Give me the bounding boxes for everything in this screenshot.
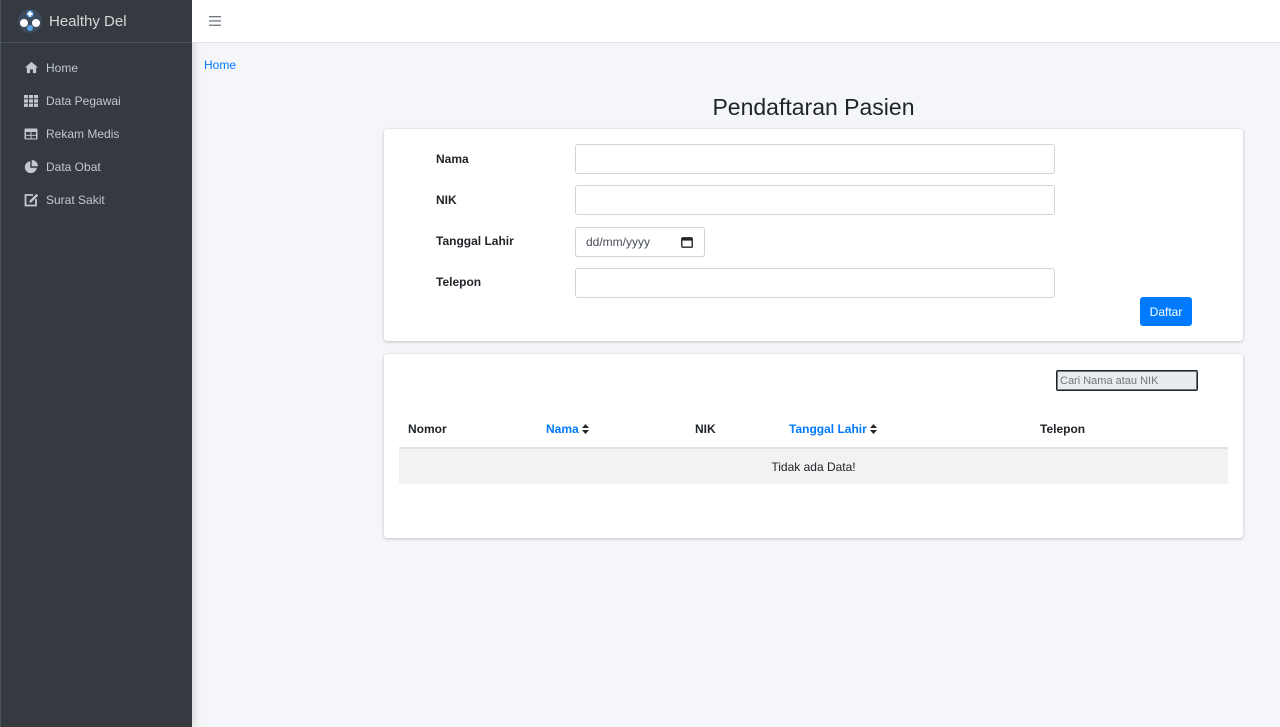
brand-name: Healthy Del <box>49 12 127 30</box>
header-label: Nama <box>546 422 579 436</box>
empty-message: Tidak ada Data! <box>771 459 856 474</box>
telepon-input[interactable] <box>575 268 1055 298</box>
date-placeholder: dd/mm/yyyy <box>586 235 651 249</box>
sidebar-item-surat-sakit[interactable]: Surat Sakit <box>1 183 192 216</box>
home-icon <box>23 61 39 75</box>
search-input[interactable] <box>1056 370 1198 391</box>
edit-icon <box>23 193 39 207</box>
sidebar-item-label: Surat Sakit <box>46 192 105 207</box>
top-navbar <box>192 0 1280 43</box>
menu-toggle-icon[interactable] <box>209 14 223 28</box>
sort-icon <box>869 424 877 434</box>
empty-table-row: Tidak ada Data! <box>399 448 1228 484</box>
header-label: Nomor <box>408 422 447 436</box>
sidebar-item-label: Home <box>46 60 79 75</box>
pie-chart-icon <box>23 159 39 174</box>
tanggal-lahir-label: Tanggal Lahir <box>436 234 514 248</box>
sidebar-item-label: Rekam Medis <box>46 126 120 141</box>
sidebar-item-home[interactable]: Home <box>1 51 192 84</box>
column-header-telepon: Telepon <box>1040 422 1085 436</box>
sidebar: Healthy Del Home Data Pegawai Rekam Medi… <box>0 0 192 727</box>
sidebar-item-rekam-medis[interactable]: Rekam Medis <box>1 117 192 150</box>
sidebar-item-data-pegawai[interactable]: Data Pegawai <box>1 84 192 117</box>
registration-form-card: Nama NIK Tanggal Lahir dd/mm/yyyy Telepo… <box>384 129 1243 341</box>
grid-icon <box>23 94 39 108</box>
nik-label: NIK <box>436 193 457 207</box>
sidebar-nav: Home Data Pegawai Rekam Medis Data Obat … <box>1 43 192 216</box>
sidebar-item-data-obat[interactable]: Data Obat <box>1 150 192 183</box>
sidebar-item-label: Data Pegawai <box>46 93 121 108</box>
nama-input[interactable] <box>575 144 1055 174</box>
brand-logo-icon <box>18 9 42 33</box>
patient-table-card: Nomor Nama NIK Tanggal Lahir Telepon Tid… <box>384 354 1243 538</box>
column-header-nik: NIK <box>695 422 716 436</box>
nik-input[interactable] <box>575 185 1055 215</box>
column-header-tanggal-lahir[interactable]: Tanggal Lahir <box>789 422 877 436</box>
daftar-button[interactable]: Daftar <box>1140 297 1192 326</box>
brand[interactable]: Healthy Del <box>1 0 192 43</box>
sidebar-item-label: Data Obat <box>46 159 101 174</box>
tanggal-lahir-input[interactable]: dd/mm/yyyy <box>575 227 705 257</box>
header-label: Tanggal Lahir <box>789 422 867 436</box>
page-title: Pendaftaran Pasien <box>712 94 915 120</box>
breadcrumb-home-link[interactable]: Home <box>204 58 236 72</box>
table-icon <box>23 127 39 141</box>
calendar-icon[interactable] <box>681 236 693 248</box>
column-header-nomor: Nomor <box>408 422 447 436</box>
nama-label: Nama <box>436 152 469 166</box>
header-label: Telepon <box>1040 422 1086 436</box>
header-label: NIK <box>695 422 716 436</box>
sort-icon <box>581 424 589 434</box>
telepon-label: Telepon <box>436 275 482 289</box>
column-header-nama[interactable]: Nama <box>546 422 589 436</box>
